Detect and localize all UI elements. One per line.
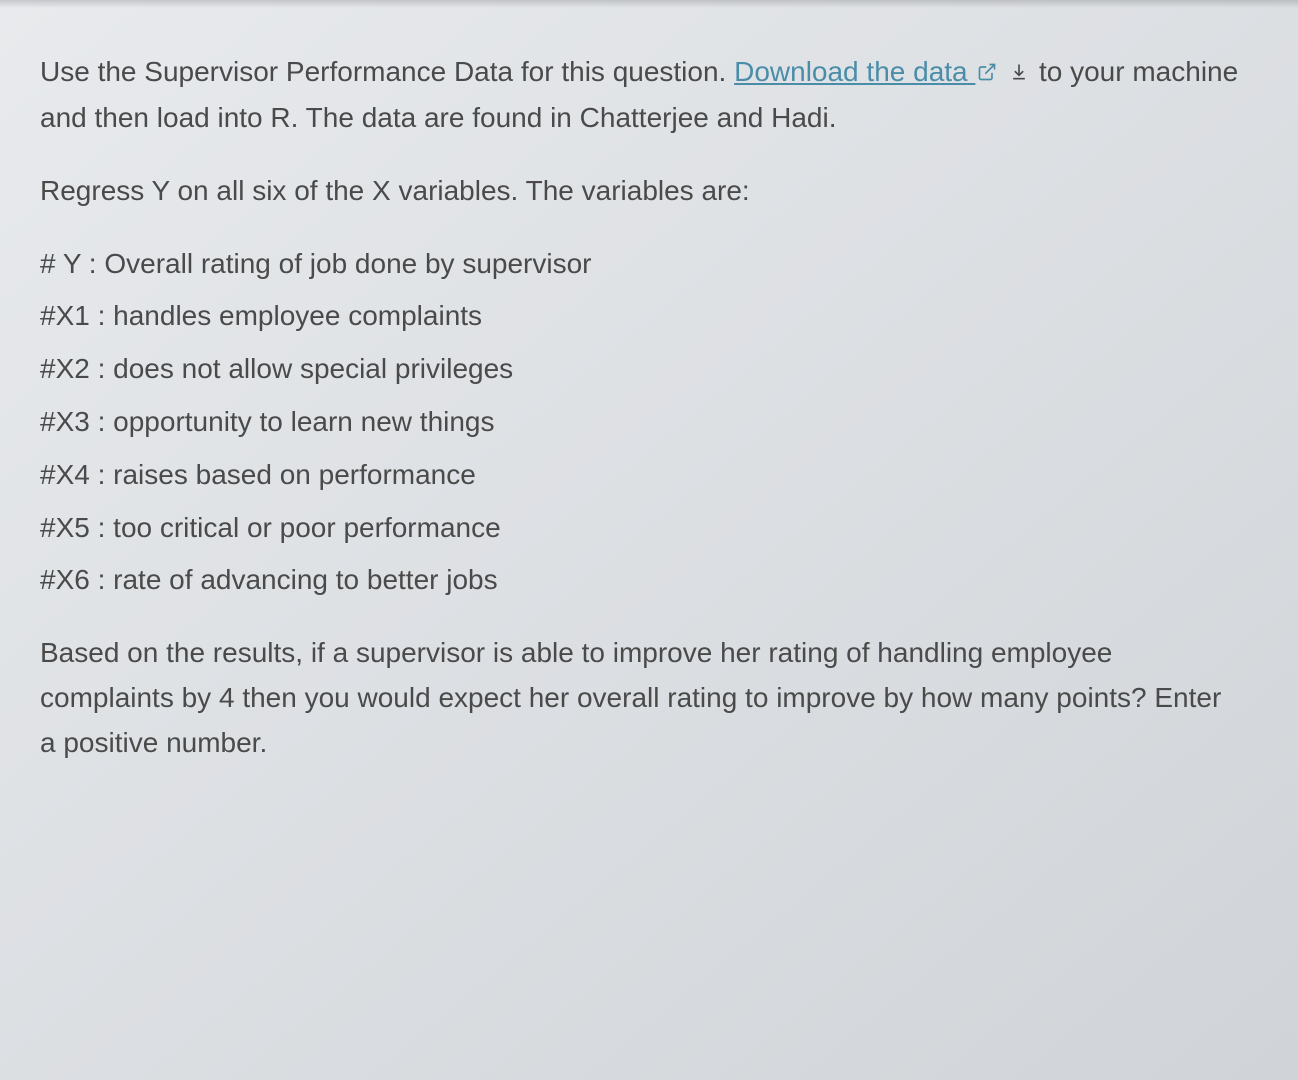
variable-x6: #X6 : rate of advancing to better jobs: [40, 558, 1240, 603]
download-icon: [1009, 51, 1029, 96]
variable-x4: #X4 : raises based on performance: [40, 453, 1240, 498]
variable-y: # Y : Overall rating of job done by supe…: [40, 242, 1240, 287]
intro-text-1: Use the Supervisor Performance Data for …: [40, 56, 734, 87]
regression-instruction: Regress Y on all six of the X variables.…: [40, 169, 1240, 214]
question-text: Based on the results, if a supervisor is…: [40, 631, 1240, 765]
variable-x3: #X3 : opportunity to learn new things: [40, 400, 1240, 445]
variable-list: # Y : Overall rating of job done by supe…: [40, 242, 1240, 604]
variable-x2: #X2 : does not allow special privileges: [40, 347, 1240, 392]
download-link[interactable]: Download the data: [734, 56, 999, 87]
question-content: Use the Supervisor Performance Data for …: [40, 50, 1240, 766]
variable-x1: #X1 : handles employee complaints: [40, 294, 1240, 339]
intro-paragraph: Use the Supervisor Performance Data for …: [40, 50, 1240, 141]
top-shadow: [0, 0, 1298, 8]
variable-x5: #X5 : too critical or poor performance: [40, 506, 1240, 551]
external-link-icon: [977, 51, 997, 96]
